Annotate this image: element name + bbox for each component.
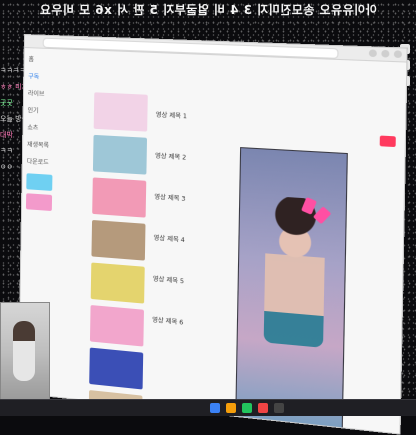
- main-image[interactable]: [235, 147, 348, 432]
- video-thumbnail[interactable]: [92, 134, 148, 175]
- sidebar-thumbnail[interactable]: [26, 173, 53, 191]
- video-thumbnail[interactable]: [89, 305, 144, 347]
- settings-icon[interactable]: [274, 403, 284, 413]
- sidebar-item-live[interactable]: 라이브: [28, 88, 92, 103]
- close-button[interactable]: [393, 50, 402, 59]
- browser-window-wrapper: 홈 구독 라이브 인기 쇼츠 재생목록 다운로드 영상 제목 1 영상 제목 2…: [17, 34, 408, 435]
- browser-icon[interactable]: [226, 403, 236, 413]
- video-thumbnail[interactable]: [91, 219, 146, 261]
- video-thumbnail[interactable]: [93, 92, 148, 132]
- webcam-overlay: [0, 302, 50, 400]
- top-banner-text: 아이유유오 송모진미지 3 4 비 얼굴부지 5 판 서 x6 모 비우요: [39, 3, 377, 17]
- thumbnail-list: [88, 92, 152, 434]
- webcam-person: [13, 321, 35, 381]
- taskbar: [0, 399, 416, 416]
- sidebar-item-home[interactable]: 홈: [28, 54, 92, 69]
- minimize-button[interactable]: [368, 49, 377, 58]
- video-thumbnail[interactable]: [89, 347, 144, 390]
- brand-logo-icon: [379, 135, 396, 148]
- sidebar-item-downloads[interactable]: 다운로드: [27, 156, 91, 172]
- folder-icon[interactable]: [210, 403, 220, 413]
- browser-window: 홈 구독 라이브 인기 쇼츠 재생목록 다운로드 영상 제목 1 영상 제목 2…: [17, 34, 408, 435]
- maximize-button[interactable]: [381, 49, 390, 58]
- sidebar-item-shorts[interactable]: 쇼츠: [27, 122, 91, 138]
- taskbar-icons: [210, 403, 284, 413]
- sidebar-thumbnail[interactable]: [25, 193, 53, 212]
- sidebar-item-trending[interactable]: 인기: [28, 105, 92, 120]
- media-icon[interactable]: [258, 403, 268, 413]
- main-panel: [193, 83, 406, 434]
- video-thumbnail[interactable]: [92, 177, 147, 218]
- sidebar-item-subscriptions[interactable]: 구독: [28, 71, 92, 86]
- chat-icon[interactable]: [242, 403, 252, 413]
- window-buttons: [368, 49, 402, 59]
- video-thumbnail[interactable]: [90, 262, 145, 304]
- sidebar-item-playlists[interactable]: 재생목록: [27, 139, 91, 155]
